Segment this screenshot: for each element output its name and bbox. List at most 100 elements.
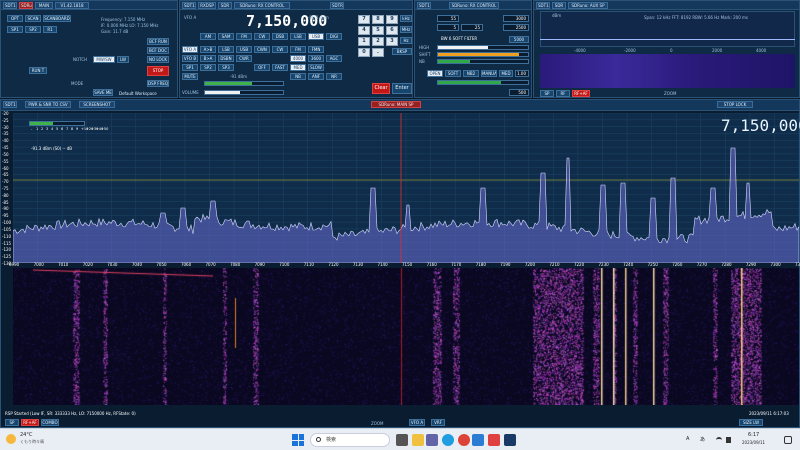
- mode-lsb-button[interactable]: LSB: [290, 33, 306, 40]
- sp2-rx-button[interactable]: SP2: [200, 64, 216, 71]
- rx-tab-sdt[interactable]: SDT1: [182, 2, 196, 9]
- vfo-b-button[interactable]: VFO B: [182, 55, 198, 62]
- file-explorer-icon[interactable]: [412, 434, 424, 446]
- hz-button[interactable]: Hz: [400, 37, 412, 44]
- bcf-doc-button[interactable]: BCF DOC: [147, 47, 169, 54]
- main-waterfall[interactable]: [13, 268, 799, 405]
- lw-button[interactable]: LW: [117, 56, 129, 63]
- key-8[interactable]: 8: [372, 15, 384, 24]
- clock-date[interactable]: 2023/09/11: [742, 440, 765, 445]
- anf-button[interactable]: ANF: [308, 73, 324, 80]
- ime-indicator[interactable]: A: [686, 436, 689, 442]
- edge-icon[interactable]: [442, 434, 454, 446]
- key-9[interactable]: 9: [386, 15, 398, 24]
- windows-start-icon[interactable]: [292, 434, 304, 446]
- dsp-freq-button[interactable]: DSP FREQ: [147, 80, 169, 87]
- mode-digi-button[interactable]: DIGI: [326, 33, 342, 40]
- enter-button[interactable]: Enter: [392, 83, 412, 94]
- mode-fm-button[interactable]: FM: [236, 33, 252, 40]
- r1-button[interactable]: R1: [43, 26, 57, 33]
- clear-button[interactable]: Clear: [372, 83, 390, 94]
- bksp-button[interactable]: BKSP: [392, 48, 412, 55]
- main-vfo-button[interactable]: VFO A: [409, 419, 425, 426]
- sp1-button[interactable]: SP1: [7, 26, 23, 33]
- main-vrf-button[interactable]: VRF: [431, 419, 445, 426]
- main-frequency-display[interactable]: 7,150,000: [721, 116, 800, 135]
- screenshot-button[interactable]: SCREENSHOT: [79, 101, 115, 108]
- scanboard-button[interactable]: SCANBOARD: [43, 15, 71, 22]
- rx2-open-button[interactable]: OPEN: [427, 70, 443, 77]
- nb-button[interactable]: NB: [290, 73, 306, 80]
- mw-sw-button[interactable]: MW/SW: [93, 56, 115, 63]
- cwn-button[interactable]: CWN: [254, 46, 270, 53]
- rx2-tab-sdt[interactable]: SDT1: [417, 2, 431, 9]
- fm-filter-button[interactable]: FM: [290, 46, 306, 53]
- rx2-nb2-button[interactable]: NB2: [463, 70, 479, 77]
- fmn-button[interactable]: FMN: [308, 46, 324, 53]
- agc-fast-button[interactable]: FAST: [272, 64, 288, 71]
- nr-button[interactable]: NR: [326, 73, 342, 80]
- khz-button[interactable]: kHz: [400, 15, 412, 22]
- agc-med-button[interactable]: MED: [290, 64, 306, 71]
- bw-3600-button[interactable]: 3600: [308, 55, 324, 62]
- rx2-soft-button[interactable]: SOFT: [445, 70, 461, 77]
- key-6[interactable]: 6: [386, 26, 398, 35]
- rx2-manual-button[interactable]: MANUAL: [481, 70, 497, 77]
- agc-off-button[interactable]: OFF: [254, 64, 270, 71]
- main-size-button[interactable]: SIZE LW: [739, 419, 763, 426]
- main-tab-main[interactable]: MAIN: [35, 2, 53, 9]
- lsb-filter-button[interactable]: LSB: [218, 46, 234, 53]
- aux-rf-button[interactable]: RF: [556, 90, 570, 97]
- main-sp-tab-sdt[interactable]: SDT1: [3, 101, 17, 108]
- stop-button[interactable]: STOP: [147, 66, 169, 76]
- language-indicator[interactable]: あ: [700, 436, 705, 443]
- chrome-icon[interactable]: [458, 434, 470, 446]
- sp3-rx-button[interactable]: SP3: [218, 64, 234, 71]
- key-3[interactable]: 3: [386, 37, 398, 46]
- main-combo-button[interactable]: COMBO: [41, 419, 59, 426]
- main-tab-sdruno[interactable]: SDRuno: [19, 2, 33, 9]
- a-to-b-button[interactable]: A>B: [200, 46, 216, 53]
- rx2-field-1[interactable]: 55: [437, 15, 459, 22]
- rx2-ms[interactable]: 500: [509, 89, 529, 96]
- save-me-button[interactable]: SAVE ME: [93, 89, 113, 96]
- main-sp-button[interactable]: SP: [5, 419, 19, 426]
- scan-button[interactable]: SCAN: [25, 15, 41, 22]
- aux-tab-sdt[interactable]: SDT1: [536, 2, 550, 9]
- rx2-field-2[interactable]: 3000: [503, 15, 529, 22]
- taskview-icon[interactable]: [396, 434, 408, 446]
- cwr-button[interactable]: CWR: [236, 55, 252, 62]
- volume-slider[interactable]: [204, 90, 284, 95]
- opt-button[interactable]: OPT: [7, 15, 23, 22]
- chat-icon[interactable]: [426, 434, 438, 446]
- sp2-button[interactable]: SP2: [25, 26, 41, 33]
- search-box[interactable]: [310, 433, 390, 447]
- mute-button[interactable]: MUTE: [182, 73, 198, 80]
- cw-filter-button[interactable]: CW: [272, 46, 288, 53]
- mhz-button[interactable]: MHz: [400, 26, 412, 33]
- main-rfaf-button[interactable]: RF+AF: [21, 419, 39, 426]
- wifi-icon[interactable]: [716, 437, 722, 443]
- rx2-field-4[interactable]: 25: [461, 24, 483, 31]
- notification-icon[interactable]: [784, 436, 792, 444]
- aux-sp-button[interactable]: SP: [540, 90, 554, 97]
- key-1[interactable]: 1: [358, 37, 370, 46]
- main-spectrum-svg[interactable]: [13, 113, 799, 263]
- rx2-bar-high[interactable]: [437, 45, 529, 50]
- run-t-button[interactable]: RUN T: [29, 67, 47, 74]
- agc-button[interactable]: AGC: [326, 55, 342, 62]
- rx2-field-5[interactable]: 2500: [503, 24, 529, 31]
- key-dot[interactable]: .: [372, 48, 384, 57]
- dsbn-button[interactable]: DSBN: [218, 55, 234, 62]
- rx2-limit[interactable]: 5000: [509, 36, 529, 43]
- clock-time[interactable]: 6:17: [748, 432, 759, 438]
- rx2-value[interactable]: 1.00: [515, 70, 529, 77]
- mode-dsb-button[interactable]: DSB: [272, 33, 288, 40]
- key-7[interactable]: 7: [358, 15, 370, 24]
- rx2-bar-nb[interactable]: [437, 59, 529, 64]
- rx-tab-sdtr[interactable]: SDTR: [330, 2, 344, 9]
- store-icon[interactable]: [472, 434, 484, 446]
- mode-usb-button[interactable]: USB: [308, 33, 324, 40]
- rx-tab-rxdsp[interactable]: RXDSP: [198, 2, 216, 9]
- rx2-med-button[interactable]: MED: [499, 70, 513, 77]
